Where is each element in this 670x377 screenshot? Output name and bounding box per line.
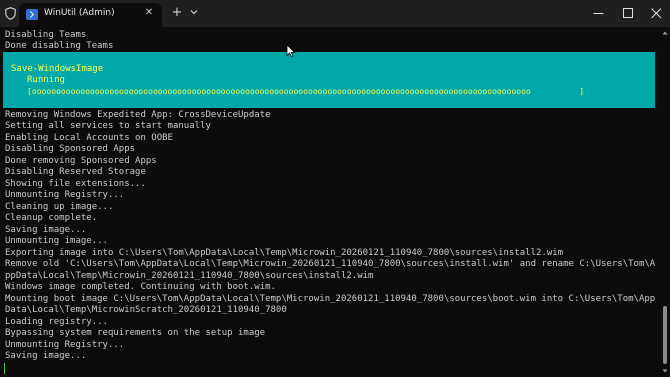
output-line: Showing file extensions... [5, 178, 146, 189]
close-tab-icon[interactable]: ✕ [142, 7, 156, 18]
progress-bar: [ooooooooooooooooooooooooooooooooooooooo… [27, 87, 585, 96]
scrollbar-thumb[interactable] [663, 306, 667, 364]
output-line: Saving image... [5, 224, 87, 235]
new-tab-button[interactable]: + [170, 5, 184, 21]
output-line: Unmounting Registry... [5, 190, 125, 200]
output-line: Unmounting Registry... [5, 339, 125, 350]
close-button[interactable] [640, 0, 670, 27]
output-line: Windows image completed. Continuing with… [5, 282, 276, 292]
output-line: Loading registry... [5, 316, 108, 327]
tab-title: WinUtil (Admin) [44, 8, 115, 18]
tab-winutil[interactable]: WinUtil (Admin) ✕ [19, 3, 162, 27]
output-line: Done disabling Teams [5, 41, 114, 51]
chevron-down-icon[interactable] [189, 7, 199, 17]
output-line: Cleanup complete. [5, 213, 98, 223]
mouse-pointer-icon [286, 44, 296, 58]
output-line: Setting all services to start manually [5, 121, 211, 131]
output-line: Mounting boot image C:\Users\Tom\AppData… [5, 293, 656, 304]
output-line: Saving image... [5, 351, 87, 361]
maximize-icon [623, 8, 633, 18]
output-line: Bypassing system requirements on the set… [5, 328, 266, 338]
output-line: Unmounting image... [5, 236, 108, 246]
output-line: Remove old 'C:\Users\Tom\AppData\Local\T… [5, 259, 656, 269]
text-cursor [4, 363, 5, 374]
output-line: Done removing Sponsored Apps [5, 155, 157, 166]
progress-status: Running [27, 75, 65, 85]
scroll-down-icon[interactable] [662, 368, 668, 374]
output-line: ppData\Local\Temp\Microwin_20260121_1109… [5, 270, 374, 281]
scroll-up-icon[interactable] [662, 30, 668, 36]
close-icon [651, 8, 662, 19]
output-line: Data\Local\Temp\MicrowinScratch_20260121… [5, 305, 287, 315]
minimize-icon [593, 13, 604, 14]
output-line: Removing Windows Expedited App: CrossDev… [5, 110, 271, 120]
output-line: Disabling Sponsored Apps [5, 144, 136, 154]
shield-icon [5, 7, 16, 20]
output-line: Exporting image into C:\Users\Tom\AppDat… [5, 247, 564, 258]
output-line: Enabling Local Accounts on OOBE [5, 132, 173, 143]
output-line: Disabling Reserved Storage [5, 167, 146, 177]
output-line: Disabling Teams [5, 30, 87, 40]
progress-title: Save-WindowsImage [11, 64, 104, 74]
title-bar: WinUtil (Admin) ✕ + [0, 0, 670, 27]
terminal-icon [26, 9, 38, 20]
minimize-button[interactable] [582, 0, 616, 27]
progress-banner: Save-WindowsImage Running [ooooooooooooo… [3, 52, 655, 108]
output-line: Cleaning up image... [5, 201, 114, 212]
